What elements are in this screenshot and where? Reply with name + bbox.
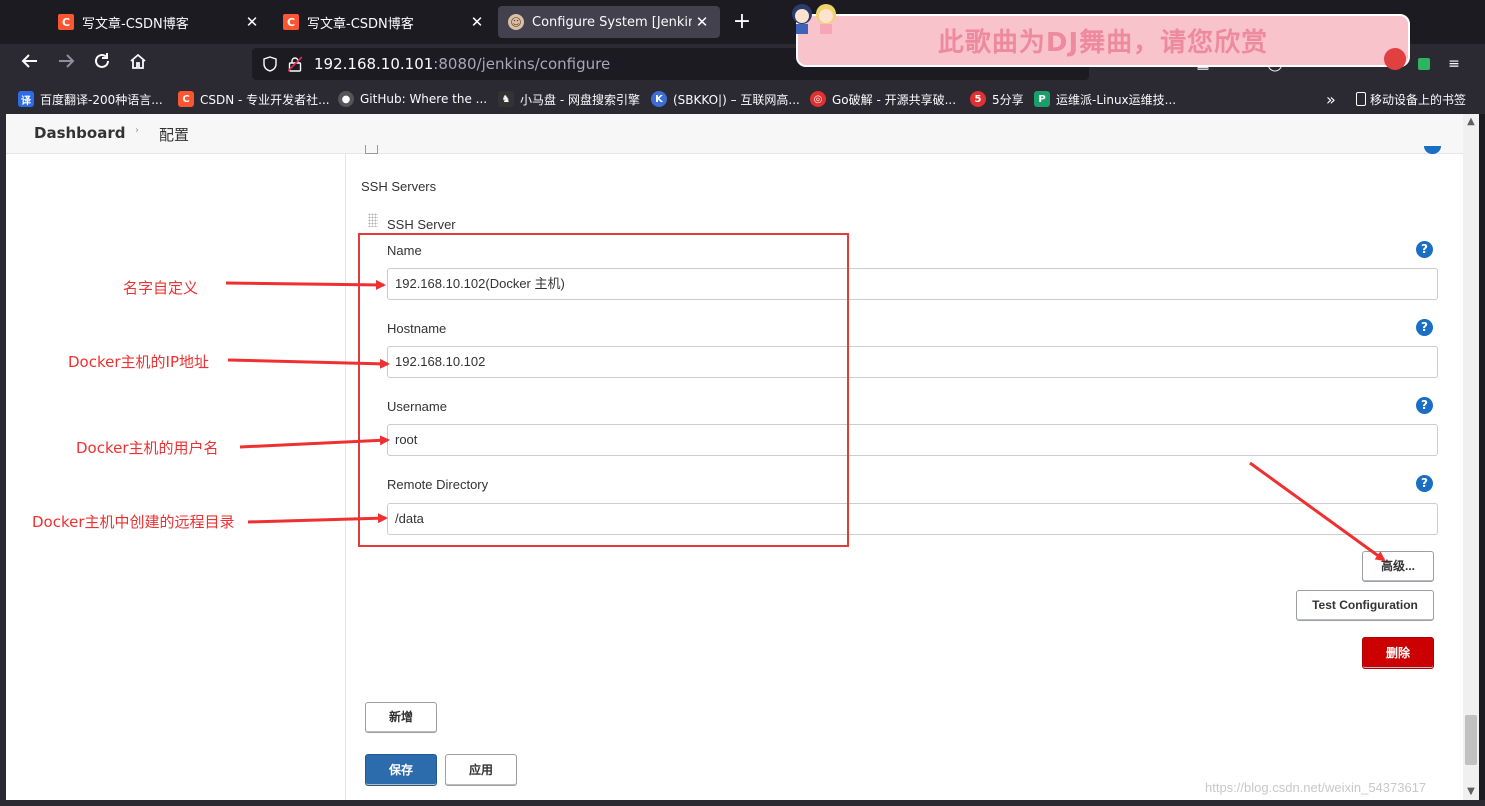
advanced-button[interactable]: 高级... xyxy=(1362,551,1434,582)
horse-icon: ♞ xyxy=(498,91,514,107)
tab-title: 写文章-CSDN博客 xyxy=(307,16,414,32)
translate-icon: 译 xyxy=(18,91,34,107)
close-icon[interactable]: ✕ xyxy=(242,13,262,31)
bookmark-5share[interactable]: 5 5分享 xyxy=(970,89,1024,109)
shield-icon[interactable] xyxy=(262,56,278,72)
breadcrumb-current[interactable]: 配置 xyxy=(159,124,189,145)
scroll-down-icon[interactable]: ▼ xyxy=(1463,784,1479,800)
drag-handle-icon[interactable] xyxy=(368,213,378,227)
github-icon: ● xyxy=(338,91,354,107)
scroll-thumb[interactable] xyxy=(1465,715,1477,765)
bookmark-baidu-translate[interactable]: 译百度翻译-200种语言... xyxy=(18,89,163,109)
music-disc-icon[interactable] xyxy=(1384,48,1406,70)
bookmark-yunweipai[interactable]: P 运维派-Linux运维技... xyxy=(1034,89,1176,109)
url-host: 192.168.10.101 xyxy=(314,55,434,73)
annotation-username: Docker主机的用户名 xyxy=(76,439,219,457)
home-icon[interactable] xyxy=(126,52,150,76)
url-path: :8080/jenkins/configure xyxy=(433,55,611,73)
close-icon[interactable]: ✕ xyxy=(692,13,712,31)
breadcrumb-separator-icon: › xyxy=(135,125,139,136)
go-icon: ◎ xyxy=(810,91,826,107)
bookmark-xiaomapan[interactable]: ♞ 小马盘 - 网盘搜索引擎 xyxy=(498,89,640,109)
checkbox-partial[interactable] xyxy=(365,145,378,154)
ops-icon: P xyxy=(1034,91,1050,107)
reload-icon[interactable] xyxy=(90,52,114,76)
page-scrollbar[interactable] xyxy=(1463,114,1479,800)
tab-title: 写文章-CSDN博客 xyxy=(82,16,189,32)
help-icon[interactable]: ? xyxy=(1416,397,1433,414)
help-icon[interactable]: ? xyxy=(1416,319,1433,336)
breadcrumb-dashboard[interactable]: Dashboard xyxy=(34,124,125,142)
annotation-hostname: Docker主机的IP地址 xyxy=(68,353,209,371)
apply-button[interactable]: 应用 xyxy=(445,754,517,786)
tab-csdn-1[interactable]: C 写文章-CSDN博客 ✕ xyxy=(48,6,270,38)
music-banner: 此歌曲为DJ舞曲，请您欣赏 xyxy=(796,14,1410,67)
new-tab-button[interactable]: + xyxy=(730,10,754,34)
bookmark-github[interactable]: ● GitHub: Where the ... xyxy=(338,89,487,109)
forward-icon[interactable] xyxy=(54,52,78,76)
bookmarks-overflow-icon[interactable]: » xyxy=(1326,89,1336,109)
back-icon[interactable] xyxy=(18,52,42,76)
mobile-icon xyxy=(1356,92,1366,106)
bookmark-mobile[interactable]: 移动设备上的书签 xyxy=(1356,89,1466,109)
breadcrumb xyxy=(6,114,1463,154)
k-icon: K xyxy=(651,91,667,107)
green-extension-icon[interactable] xyxy=(1418,58,1430,70)
save-button[interactable]: 保存 xyxy=(365,754,437,786)
jenkins-icon: ☺ xyxy=(508,14,524,30)
url-text[interactable]: 192.168.10.101:8080/jenkins/configure xyxy=(314,55,610,73)
anime-mascot-icon xyxy=(788,0,840,36)
test-configuration-button[interactable]: Test Configuration xyxy=(1296,590,1434,621)
bookmark-csdn[interactable]: C CSDN - 专业开发者社... xyxy=(178,89,330,109)
tab-jenkins-configure[interactable]: ☺ Configure System [Jenkins] ✕ xyxy=(498,6,720,38)
csdn-icon: C xyxy=(178,91,194,107)
tab-csdn-2[interactable]: C 写文章-CSDN博客 ✕ xyxy=(273,6,495,38)
insecure-lock-icon[interactable] xyxy=(287,56,303,72)
scroll-up-icon[interactable]: ▲ xyxy=(1463,114,1479,130)
csdn-icon: C xyxy=(58,14,74,30)
delete-button[interactable]: 删除 xyxy=(1362,637,1434,669)
watermark: https://blog.csdn.net/weixin_54373617 xyxy=(1205,780,1427,795)
five-icon: 5 xyxy=(970,91,986,107)
menu-icon[interactable]: ≡ xyxy=(1445,55,1463,73)
bookmark-go-crack[interactable]: ◎ Go破解 - 开源共享破... xyxy=(810,89,956,109)
help-icon[interactable]: ? xyxy=(1416,475,1433,492)
csdn-icon: C xyxy=(283,14,299,30)
close-icon[interactable]: ✕ xyxy=(467,13,487,31)
add-button[interactable]: 新增 xyxy=(365,702,437,733)
tab-title: Configure System [Jenkins] xyxy=(532,14,692,30)
window-bottom-edge xyxy=(0,800,1485,806)
bookmark-sbkko[interactable]: K (SBKKO|) – 互联网高... xyxy=(651,89,800,109)
annotation-remote-directory: Docker主机中创建的远程目录 xyxy=(32,513,235,531)
annotation-name: 名字自定义 xyxy=(123,279,199,297)
annotation-highlight-box xyxy=(358,233,849,547)
ssh-servers-title: SSH Servers xyxy=(361,179,437,194)
help-icon[interactable]: ? xyxy=(1416,241,1433,258)
ssh-server-title: SSH Server xyxy=(387,217,456,232)
side-panel-divider xyxy=(345,154,346,800)
